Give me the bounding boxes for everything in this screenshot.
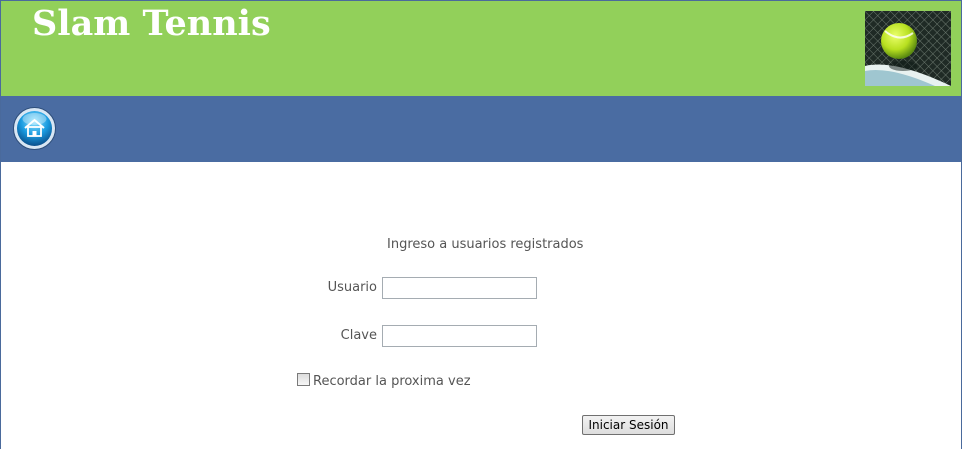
username-label: Usuario xyxy=(327,280,377,295)
login-button[interactable]: Iniciar Sesión xyxy=(582,415,675,435)
page: Slam Tennis Ingreso a usuarios registrad… xyxy=(0,0,962,450)
remember-label[interactable]: Recordar la proxima vez xyxy=(313,374,471,389)
username-input[interactable] xyxy=(382,277,537,299)
password-input[interactable] xyxy=(382,325,537,347)
remember-checkbox[interactable] xyxy=(297,373,310,386)
tennis-ball-on-court-image xyxy=(865,11,951,86)
navigation-bar xyxy=(1,96,961,162)
password-label: Clave xyxy=(340,328,377,343)
login-form: Ingreso a usuarios registrados Usuario C… xyxy=(1,162,961,450)
site-header: Slam Tennis xyxy=(1,1,961,96)
site-title: Slam Tennis xyxy=(32,3,271,44)
home-icon[interactable] xyxy=(12,106,57,151)
login-heading: Ingreso a usuarios registrados xyxy=(387,237,584,252)
